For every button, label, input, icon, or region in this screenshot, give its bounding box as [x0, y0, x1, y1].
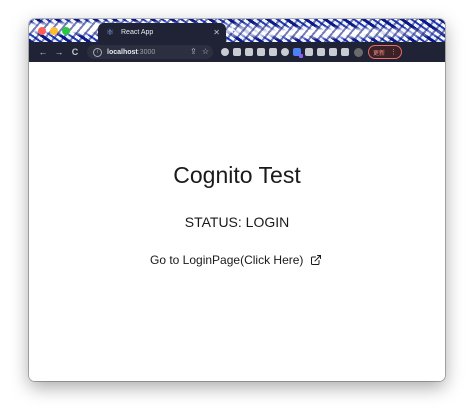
login-link-label: Go to LoginPage(Click Here)	[150, 253, 304, 267]
url-host: localhost	[107, 48, 138, 56]
browser-toolbar: ← → C i localhost :3000 ⇪ ☆ 更新 ⋮	[29, 42, 445, 62]
tab-react-app[interactable]: ⚛ React App ✕	[98, 23, 226, 42]
menu-icon: ⋮	[390, 49, 398, 56]
maximize-window-button[interactable]	[62, 27, 70, 35]
forward-icon[interactable]: →	[51, 47, 67, 57]
extension-icon[interactable]	[245, 48, 253, 56]
bookmark-star-icon[interactable]: ☆	[202, 47, 209, 56]
reading-list-icon[interactable]	[329, 48, 337, 56]
external-link-icon	[311, 255, 322, 265]
close-window-button[interactable]	[38, 27, 46, 35]
react-atom-icon: ⚛	[106, 27, 115, 37]
url-port: :3000	[137, 48, 156, 56]
page-title: Cognito Test	[173, 162, 301, 188]
side-panel-icon[interactable]	[341, 48, 349, 56]
page-content: Cognito Test STATUS: LOGIN Go to LoginPa…	[29, 62, 445, 381]
back-icon[interactable]: ←	[35, 47, 51, 57]
profile-avatar[interactable]	[354, 47, 363, 57]
extension-icon[interactable]	[257, 48, 265, 56]
omnibox-actions: ⇪ ☆	[190, 47, 209, 56]
extension-icon[interactable]	[281, 48, 289, 56]
tab-strip	[29, 19, 445, 42]
update-label: 更新	[373, 50, 386, 57]
address-bar[interactable]: i localhost :3000 ⇪ ☆	[87, 45, 213, 59]
extension-icon[interactable]	[233, 48, 241, 56]
extensions-bar	[221, 48, 349, 58]
info-icon[interactable]: i	[93, 47, 102, 57]
reload-icon[interactable]: C	[67, 47, 83, 57]
tab-title: React App	[121, 29, 154, 36]
puzzle-extensions-icon[interactable]	[317, 48, 325, 56]
login-page-link[interactable]: Go to LoginPage(Click Here)	[150, 253, 322, 267]
extension-icon[interactable]	[221, 48, 229, 56]
extension-icon[interactable]	[293, 48, 303, 58]
share-icon[interactable]: ⇪	[190, 47, 197, 56]
status-text: STATUS: LOGIN	[184, 214, 290, 230]
minimize-window-button[interactable]	[50, 27, 58, 35]
new-tab-button[interactable]: +	[229, 25, 235, 37]
browser-window: ⚛ React App ✕ + ← → C i localhost :3000 …	[29, 19, 445, 381]
extension-icon[interactable]	[269, 48, 277, 56]
update-button[interactable]: 更新 ⋮	[368, 45, 403, 59]
extension-icon[interactable]	[305, 48, 313, 56]
close-tab-icon[interactable]: ✕	[213, 28, 220, 37]
